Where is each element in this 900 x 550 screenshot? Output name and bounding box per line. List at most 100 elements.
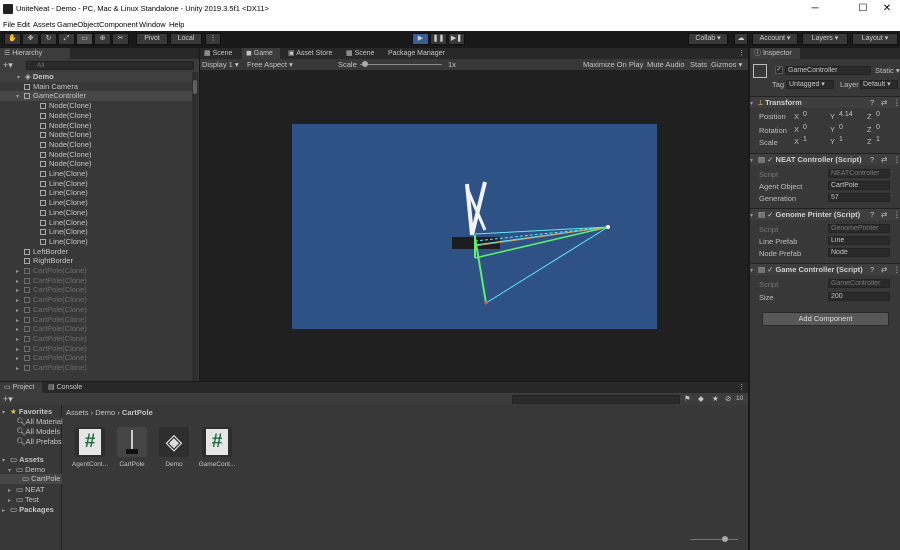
- line-prefab-field[interactable]: Line: [828, 236, 890, 245]
- help-icon[interactable]: ?: [870, 264, 874, 275]
- tab-package-manager[interactable]: Package Manager: [384, 48, 450, 59]
- move-tool-icon[interactable]: ✥: [22, 33, 39, 45]
- favorite-star-icon[interactable]: ★: [712, 394, 719, 403]
- hierarchy-item[interactable]: Line(Clone): [0, 237, 192, 247]
- game-viewport[interactable]: [292, 124, 657, 329]
- aspect-dropdown[interactable]: Free Aspect ▾: [247, 60, 293, 69]
- breadcrumb-demo[interactable]: Demo: [95, 408, 115, 417]
- component-menu-icon[interactable]: ⋮: [893, 154, 900, 165]
- hierarchy-item[interactable]: ▾ GameController: [0, 91, 192, 102]
- menu-window[interactable]: Window: [139, 20, 166, 29]
- hierarchy-item[interactable]: Line(Clone): [0, 198, 192, 208]
- create-plus-icon[interactable]: +▾: [3, 394, 13, 405]
- maximize-on-play-toggle[interactable]: Maximize On Play: [583, 60, 643, 69]
- tab-project[interactable]: ▭ Project: [0, 382, 42, 393]
- transform-rot-x-field[interactable]: 0: [801, 124, 829, 133]
- breadcrumb-cartpole[interactable]: CartPole: [122, 408, 153, 417]
- enabled-checkbox[interactable]: ✓: [767, 265, 775, 274]
- hierarchy-item[interactable]: RightBorder: [0, 256, 192, 266]
- help-icon[interactable]: ?: [870, 154, 874, 165]
- hierarchy-item[interactable]: Line(Clone): [0, 169, 192, 179]
- neat-folder-row[interactable]: ▸ ▭ NEAT: [8, 485, 45, 494]
- tab-scene[interactable]: ▦ Scene: [200, 48, 240, 59]
- tab-asset-store[interactable]: ▣ Asset Store: [284, 48, 340, 59]
- hierarchy-search-input[interactable]: [26, 61, 194, 70]
- rotate-tool-icon[interactable]: ↻: [40, 33, 57, 45]
- hierarchy-item[interactable]: ▸ CartPole(Clone): [0, 315, 192, 325]
- size-field[interactable]: 200: [828, 292, 890, 301]
- scrollbar-thumb[interactable]: [193, 80, 197, 94]
- component-menu-icon[interactable]: ⋮: [893, 264, 900, 275]
- active-checkbox[interactable]: ✓: [775, 66, 783, 74]
- transform-scl-x-field[interactable]: 1: [801, 136, 829, 145]
- agent-object-field[interactable]: CartPole: [828, 181, 890, 190]
- preset-icon[interactable]: ⇄: [881, 97, 887, 108]
- add-component-button[interactable]: Add Component: [762, 312, 889, 326]
- layout-dropdown[interactable]: Layout ▾: [852, 33, 898, 45]
- hierarchy-item[interactable]: ▸ CartPole(Clone): [0, 285, 192, 295]
- transform-pos-y-field[interactable]: 4.14: [837, 111, 865, 120]
- hierarchy-item[interactable]: ▸ CartPole(Clone): [0, 353, 192, 363]
- packages-folder-row[interactable]: ▸ ▭ Packages: [2, 505, 54, 514]
- transform-pos-z-field[interactable]: 0: [874, 111, 898, 120]
- hierarchy-item[interactable]: Node(Clone): [0, 130, 192, 140]
- hierarchy-item[interactable]: ▸ CartPole(Clone): [0, 295, 192, 305]
- hierarchy-item[interactable]: ▸ CartPole(Clone): [0, 305, 192, 315]
- filter-type-icon[interactable]: ⚑: [684, 394, 691, 403]
- panel-menu-icon[interactable]: ⋮: [738, 48, 745, 59]
- create-plus-icon[interactable]: +▾: [3, 60, 13, 71]
- hierarchy-item[interactable]: ▸ CartPole(Clone): [0, 266, 192, 276]
- cloud-icon[interactable]: ☁: [734, 33, 748, 45]
- test-folder-row[interactable]: ▸ ▭ Test: [8, 495, 39, 504]
- enabled-checkbox[interactable]: ✓: [767, 210, 775, 219]
- hierarchy-item[interactable]: Line(Clone): [0, 179, 192, 189]
- transform-tool-icon[interactable]: ⊕: [94, 33, 111, 45]
- close-button[interactable]: ✕: [880, 2, 894, 16]
- favorites-row[interactable]: ▾ ★ Favorites: [2, 407, 52, 416]
- tag-dropdown[interactable]: Untagged ▾: [786, 80, 834, 89]
- cartpole-folder-row[interactable]: ▭ CartPole: [0, 474, 62, 484]
- neat-controller-header[interactable]: ▾ ▤ ✓ NEAT Controller (Script) ? ⇄ ⋮: [750, 153, 900, 165]
- hierarchy-item[interactable]: Line(Clone): [0, 227, 192, 237]
- asset-size-slider[interactable]: [690, 536, 738, 542]
- tab-scene-2[interactable]: ▦ Scene: [342, 48, 382, 59]
- node-prefab-field[interactable]: Node: [828, 248, 890, 257]
- local-toggle[interactable]: Local: [170, 33, 202, 45]
- static-dropdown[interactable]: Static ▾: [875, 66, 900, 75]
- hierarchy-item[interactable]: Node(Clone): [0, 111, 192, 121]
- fav-all-prefabs[interactable]: 🔍︎All Prefabs: [16, 437, 62, 446]
- generation-field[interactable]: 57: [828, 193, 890, 202]
- pivot-toggle[interactable]: Pivot: [136, 33, 168, 45]
- asset-item[interactable]: # AgentCont...: [69, 427, 111, 468]
- maximize-button[interactable]: ☐: [856, 2, 870, 16]
- scale-slider-thumb[interactable]: [362, 61, 368, 67]
- hierarchy-item[interactable]: Line(Clone): [0, 208, 192, 218]
- collapsed-arrow-icon[interactable]: ▸: [16, 365, 24, 375]
- minimize-button[interactable]: ─: [808, 2, 822, 16]
- assets-folder-row[interactable]: ▾ ▭ Assets: [2, 455, 44, 464]
- menu-edit[interactable]: Edit: [17, 20, 30, 29]
- hierarchy-item[interactable]: ▸ CartPole(Clone): [0, 344, 192, 354]
- transform-scl-z-field[interactable]: 1: [874, 136, 898, 145]
- custom-tool-icon[interactable]: ✂: [112, 33, 129, 45]
- transform-rot-z-field[interactable]: 0: [874, 124, 898, 133]
- pause-button[interactable]: ❚❚: [430, 33, 447, 45]
- menu-gameobject[interactable]: GameObject: [57, 20, 99, 29]
- hierarchy-item[interactable]: ▸ CartPole(Clone): [0, 324, 192, 334]
- preset-icon[interactable]: ⇄: [881, 154, 887, 165]
- demo-folder-row[interactable]: ▾ ▭ Demo: [8, 465, 45, 474]
- asset-item[interactable]: ◈ Demo: [153, 427, 195, 468]
- menu-file[interactable]: File: [3, 20, 15, 29]
- mute-audio-toggle[interactable]: Mute Audio: [647, 60, 685, 69]
- hidden-packages-icon[interactable]: ⊘: [725, 394, 731, 403]
- hierarchy-item[interactable]: ▸ CartPole(Clone): [0, 334, 192, 344]
- hierarchy-item[interactable]: Line(Clone): [0, 218, 192, 228]
- account-dropdown[interactable]: Account ▾: [752, 33, 798, 45]
- preset-icon[interactable]: ⇄: [881, 209, 887, 220]
- component-menu-icon[interactable]: ⋮: [893, 209, 900, 220]
- collab-dropdown[interactable]: Collab ▾: [688, 33, 728, 45]
- hierarchy-scrollbar[interactable]: [192, 72, 198, 381]
- hierarchy-item[interactable]: Node(Clone): [0, 101, 192, 111]
- fav-all-materials[interactable]: 🔍︎All Material: [16, 417, 63, 426]
- scale-slider[interactable]: [360, 61, 442, 67]
